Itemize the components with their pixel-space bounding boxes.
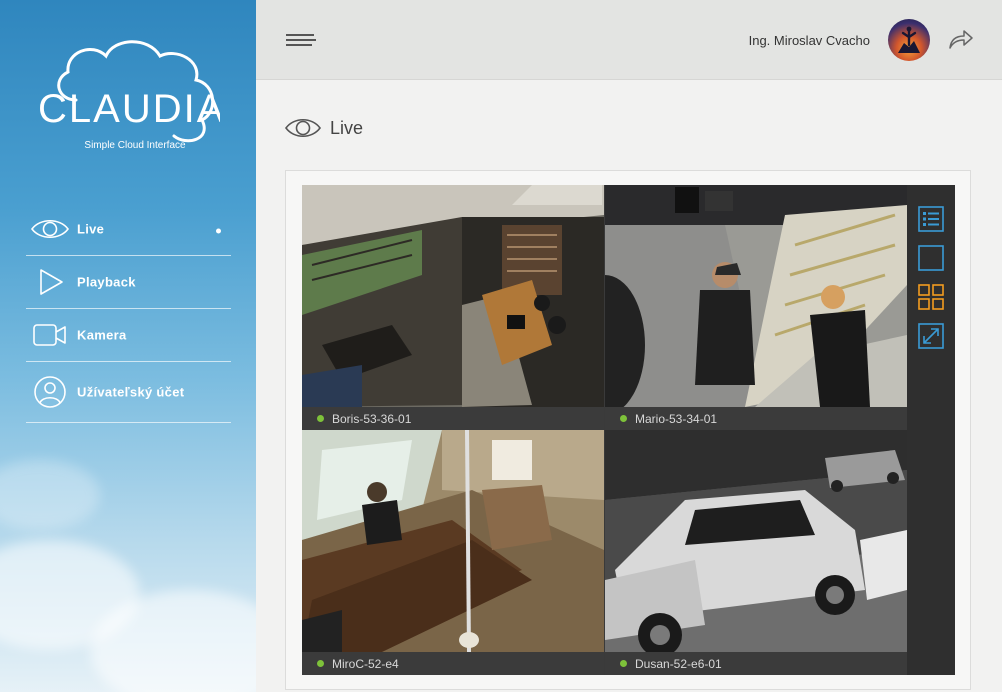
camera-tile[interactable]: MiroC-52-e4 xyxy=(302,430,604,675)
camera-name: Mario-53-34-01 xyxy=(635,411,718,426)
share-arrow-icon[interactable] xyxy=(946,26,974,54)
eye-icon xyxy=(285,118,321,138)
camera-label-bar: Mario-53-34-01 xyxy=(605,407,907,430)
sidebar-item-playback[interactable]: Playback xyxy=(26,256,231,309)
camera-name: Boris-53-36-01 xyxy=(332,411,412,426)
sidebar-item-account[interactable]: Užívateľský účet xyxy=(26,362,231,423)
sidebar-item-live[interactable]: Live xyxy=(26,203,231,256)
brand-logo: CLAUDIA xyxy=(38,40,220,143)
camera-name: MiroC-52-e4 xyxy=(332,656,399,671)
grid-view-icon[interactable] xyxy=(917,283,945,311)
view-toolbar xyxy=(907,185,955,675)
brand-tagline: Simple Cloud Interface xyxy=(84,140,186,151)
single-view-icon[interactable] xyxy=(917,244,945,272)
user-icon xyxy=(30,375,70,409)
fullscreen-icon[interactable] xyxy=(917,322,945,350)
camera-tile[interactable]: Dusan-52-e6-01 xyxy=(605,430,907,675)
sidebar-item-kamera[interactable]: Kamera xyxy=(26,309,231,362)
hamburger-icon[interactable] xyxy=(286,34,316,48)
sidebar-item-label: Kamera xyxy=(77,327,127,343)
sidebar-item-label: Playback xyxy=(77,274,136,290)
status-online-indicator xyxy=(620,660,627,667)
eye-icon xyxy=(30,212,70,246)
status-online-indicator xyxy=(620,415,627,422)
camera-feed[interactable] xyxy=(302,185,604,407)
sidebar-item-label: Live xyxy=(77,221,105,237)
username-label[interactable]: Ing. Miroslav Cvacho xyxy=(749,33,870,48)
play-icon xyxy=(30,265,70,299)
camera-name: Dusan-52-e6-01 xyxy=(635,656,722,671)
page-title-text: Live xyxy=(330,117,364,138)
sidebar-item-label: Užívateľský účet xyxy=(77,384,185,400)
active-indicator xyxy=(216,228,221,234)
status-online-indicator xyxy=(317,415,324,422)
camera-feed[interactable] xyxy=(605,430,907,652)
sidebar-nav: Live Playback Kamera Užívateľský účet xyxy=(26,203,231,423)
sidebar: CLAUDIA Simple Cloud Interface Live Play… xyxy=(0,0,256,692)
status-online-indicator xyxy=(317,660,324,667)
brand-name: CLAUDIA xyxy=(38,87,220,131)
camera-grid: Boris-53-36-01 Mario-53-34-01 MiroC-52-e… xyxy=(302,185,907,675)
camera-icon xyxy=(30,318,70,352)
camera-label-bar: Boris-53-36-01 xyxy=(302,407,604,430)
list-view-icon[interactable] xyxy=(917,205,945,233)
camera-feed[interactable] xyxy=(302,430,604,652)
cloud-decoration xyxy=(0,460,100,530)
camera-tile[interactable]: Boris-53-36-01 xyxy=(302,185,604,430)
camera-label-bar: MiroC-52-e4 xyxy=(302,652,604,675)
avatar[interactable] xyxy=(888,19,930,61)
camera-tile[interactable]: Mario-53-34-01 xyxy=(605,185,907,430)
page-title: Live xyxy=(284,113,363,143)
camera-label-bar: Dusan-52-e6-01 xyxy=(605,652,907,675)
camera-feed[interactable] xyxy=(605,185,907,407)
top-header: Ing. Miroslav Cvacho xyxy=(256,0,1002,80)
